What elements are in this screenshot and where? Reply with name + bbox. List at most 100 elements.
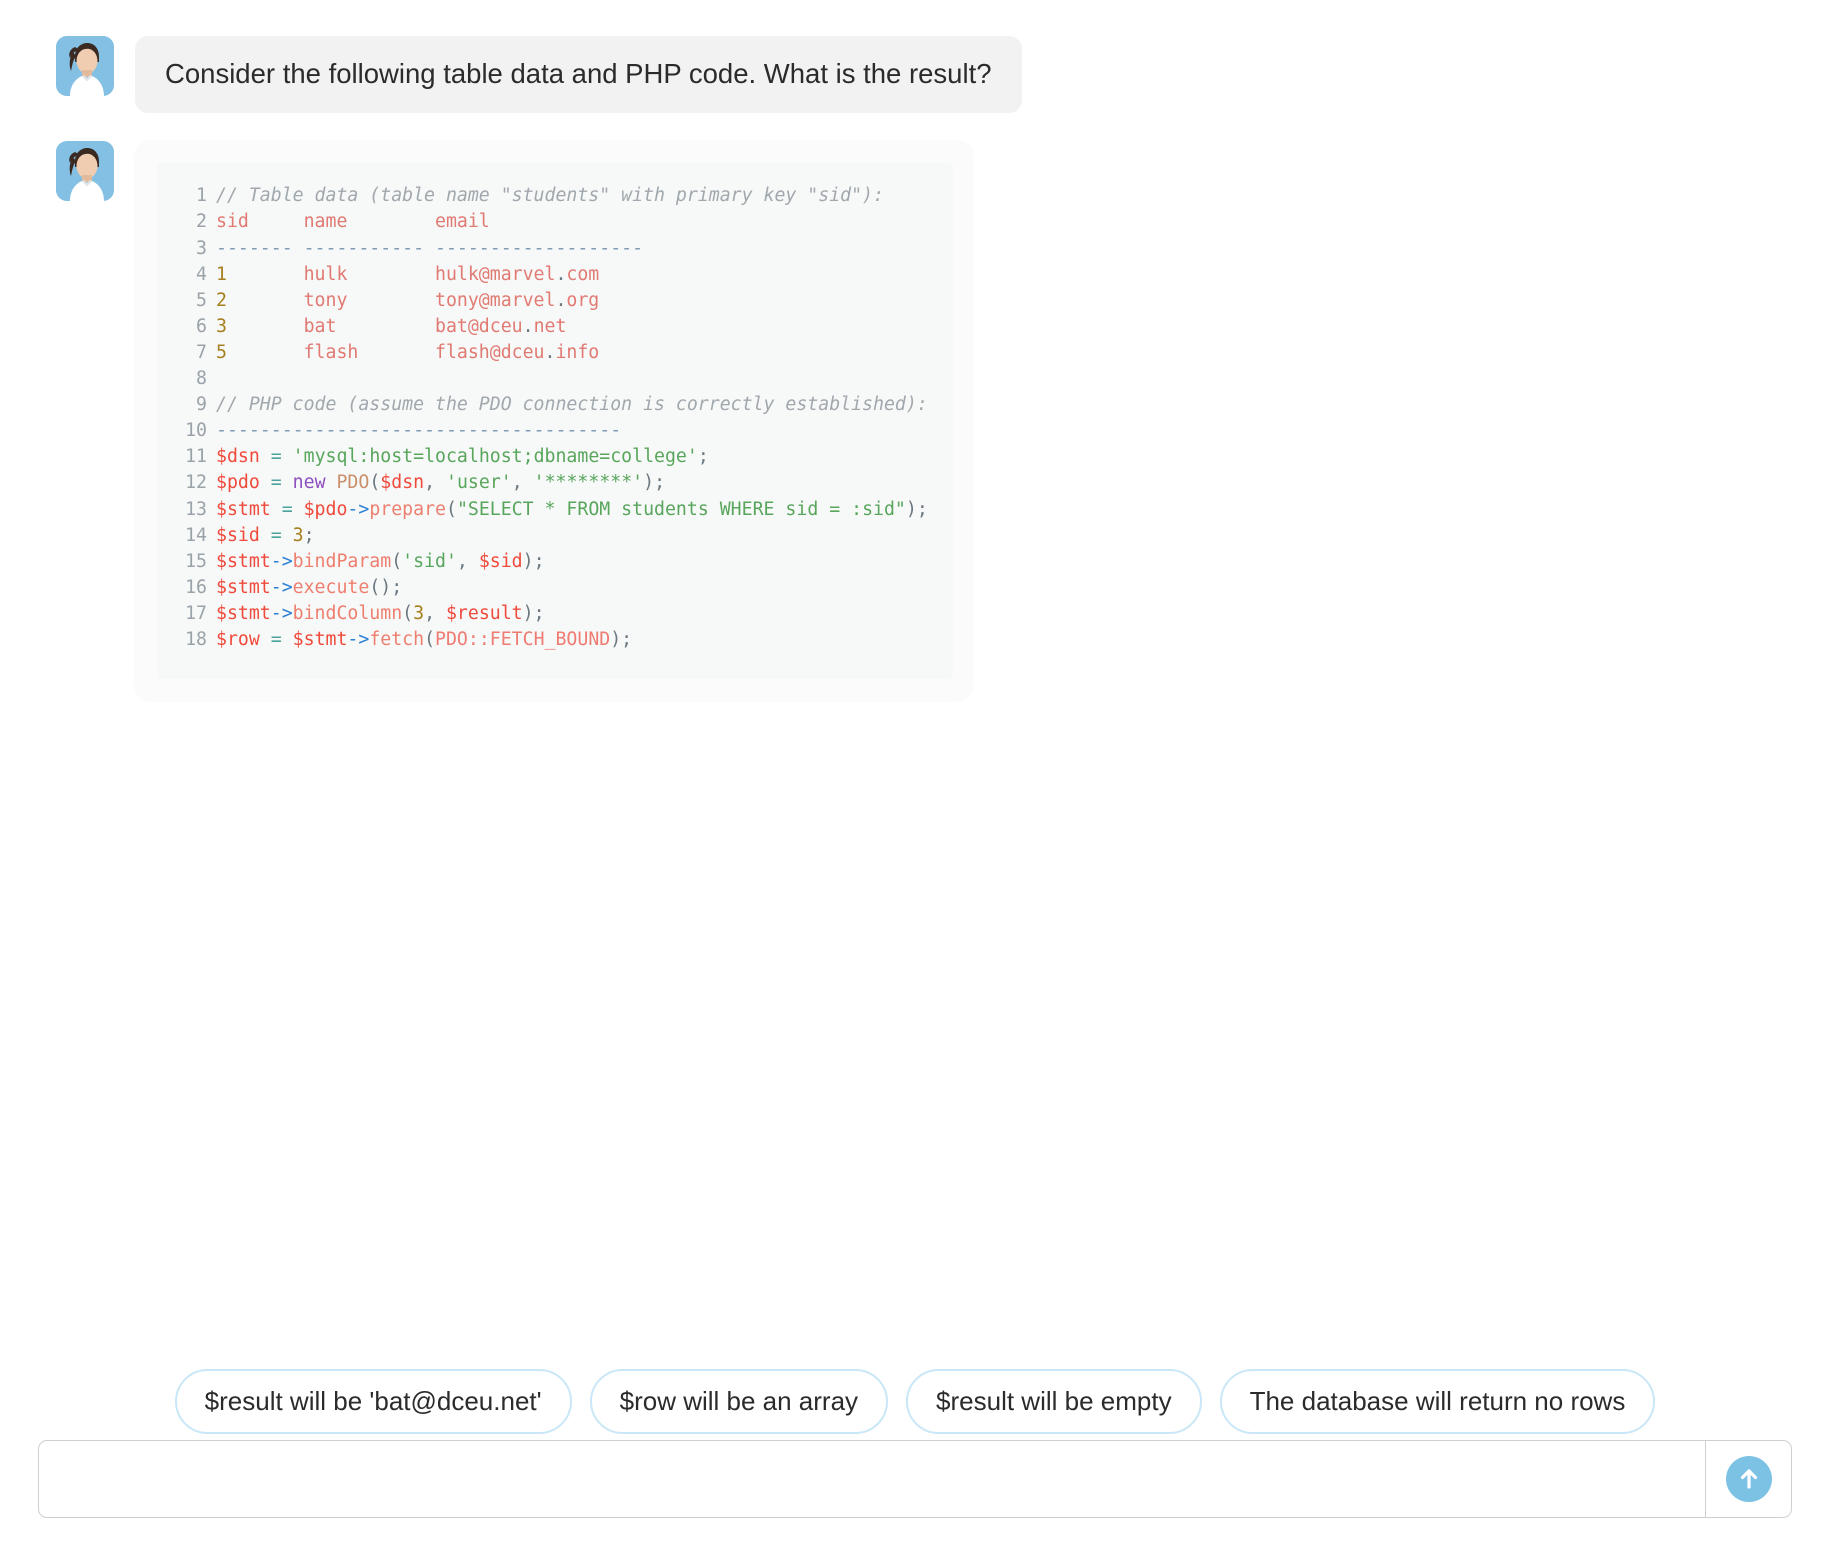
code-token: 2 <box>216 289 227 311</box>
code-token: $row <box>216 628 260 650</box>
suggestion-chip-3[interactable]: $result will be empty <box>906 1368 1202 1434</box>
code-line-number: 3 <box>196 237 207 259</box>
code-token: . <box>544 341 556 363</box>
suggestion-chip-2[interactable]: $row will be an array <box>589 1368 889 1434</box>
code-line-number: 7 <box>196 341 207 363</box>
code-token: // Table data (table name "students" wit… <box>216 185 884 207</box>
code-line-number: 10 <box>185 420 207 442</box>
code-token: -> <box>347 498 370 520</box>
code-line-number: 5 <box>196 289 207 311</box>
code-token: = <box>270 446 282 468</box>
code-token: ); <box>522 550 545 572</box>
code-token: 3 <box>413 602 425 624</box>
code-token: ); <box>610 628 633 650</box>
code-token: , <box>511 472 534 494</box>
code-token: -> <box>270 602 293 624</box>
code-token: prepare <box>369 498 446 520</box>
code-token: ); <box>905 498 928 520</box>
code-token: = <box>281 498 293 520</box>
code-token: bindColumn <box>292 602 403 624</box>
code-token: , <box>456 550 479 572</box>
code-token: 1 <box>216 263 227 285</box>
composer-bar <box>38 1440 1792 1518</box>
code-line-number: 12 <box>185 472 207 494</box>
code-token: . <box>555 289 567 311</box>
code-token: $sid <box>216 524 260 546</box>
code-token: net <box>533 315 567 337</box>
code-token: '********' <box>533 472 644 494</box>
code-line-number: 14 <box>185 524 207 546</box>
code-line-number: 15 <box>185 550 207 572</box>
code-token: $stmt <box>216 576 271 598</box>
code-token: sid name email <box>216 211 490 233</box>
suggestion-chips: $result will be 'bat@dceu.net' $row will … <box>0 1368 1830 1434</box>
code-token: , <box>424 602 446 624</box>
code-line-number: 2 <box>196 211 207 233</box>
code-token: ( <box>445 498 457 520</box>
code-token: 3 <box>292 524 304 546</box>
code-token: PDO <box>336 472 370 494</box>
code-line-number: 1 <box>196 185 207 207</box>
code-token: 'mysql:host=localhost;dbname=college' <box>292 446 698 468</box>
code-token: -> <box>270 576 293 598</box>
question-text: Consider the following table data and PH… <box>135 36 1022 114</box>
code-token: $stmt <box>216 602 271 624</box>
code-line-number: 4 <box>196 263 207 285</box>
code-token: ( <box>391 550 403 572</box>
code-token: execute <box>292 576 370 598</box>
code-token: bindParam <box>292 550 392 572</box>
code-token: ( <box>369 472 381 494</box>
code-token: $pdo <box>216 472 260 494</box>
code-bubble: 1 // Table data (table name "students" wi… <box>135 141 973 702</box>
arrow-up-circle-icon <box>1736 1466 1762 1492</box>
message-row-code: 1 // Table data (table name "students" wi… <box>0 141 1830 702</box>
code-token: $stmt <box>216 498 271 520</box>
suggestion-chip-1[interactable]: $result will be 'bat@dceu.net' <box>174 1368 572 1434</box>
code-token: com <box>566 263 600 285</box>
code-token: ); <box>522 602 545 624</box>
code-token: $dsn <box>380 472 425 494</box>
composer-actions <box>1705 1441 1791 1517</box>
code-token: "SELECT * FROM students WHERE sid = :sid… <box>456 498 906 520</box>
code-token: ------------------------------------- <box>216 420 622 442</box>
code-token: ; <box>697 446 709 468</box>
code-token: $result <box>445 602 523 624</box>
code-line-number: 11 <box>185 446 207 468</box>
message-row-question: Consider the following table data and PH… <box>0 36 1830 114</box>
code-token: ); <box>643 472 666 494</box>
message-input[interactable] <box>39 1441 1705 1517</box>
code-token: = <box>270 628 282 650</box>
code-token: 3 <box>216 315 227 337</box>
code-token: ( <box>424 628 436 650</box>
send-button[interactable] <box>1725 1456 1772 1502</box>
code-token: $stmt <box>292 628 348 650</box>
code-line-number: 8 <box>196 368 207 390</box>
code-token: flash flash@dceu <box>226 341 545 363</box>
code-token: hulk hulk@marvel <box>226 263 556 285</box>
code-token: $stmt <box>216 550 271 572</box>
code-token: = <box>270 524 282 546</box>
code-token: -> <box>347 628 370 650</box>
code-token: // PHP code (assume the PDO connection i… <box>216 394 928 416</box>
code-token: PDO::FETCH_BOUND <box>435 628 611 650</box>
code-token: fetch <box>369 628 425 650</box>
code-line-number: 17 <box>185 602 207 624</box>
suggestion-chip-4[interactable]: The database will return no rows <box>1219 1368 1656 1434</box>
code-token: -> <box>270 550 293 572</box>
code-line-number: 18 <box>185 628 207 650</box>
code-token: $pdo <box>303 498 348 520</box>
code-token: , <box>424 472 447 494</box>
code-line-number: 9 <box>196 394 207 416</box>
code-token: (); <box>369 576 403 598</box>
user-avatar <box>56 141 114 202</box>
code-token: = <box>270 472 282 494</box>
